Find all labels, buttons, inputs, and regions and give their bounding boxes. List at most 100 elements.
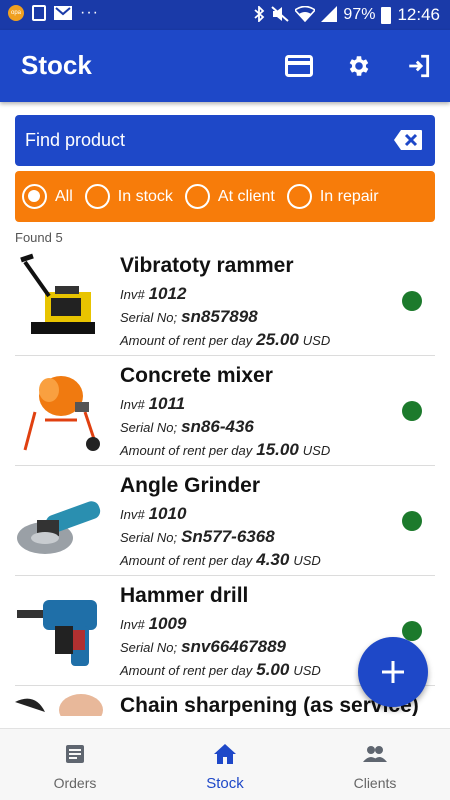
list-item[interactable]: Concrete mixer Inv# 1011 Serial No; sn86-4… bbox=[15, 356, 435, 466]
list-item[interactable]: Vibratoty rammer Inv# 1012 Serial No; sn85… bbox=[15, 246, 435, 356]
product-name: Concrete mixer bbox=[120, 364, 273, 387]
concrete-mixer-image bbox=[23, 376, 100, 451]
home-icon bbox=[214, 744, 236, 764]
list-item[interactable]: Angle Grinder Inv# 1010 Serial No; Sn577-6… bbox=[15, 466, 435, 576]
serial-label: Serial No; bbox=[120, 640, 178, 655]
nav-orders[interactable]: Orders bbox=[0, 729, 150, 800]
filter-label: At client bbox=[217, 187, 275, 205]
rammer-image bbox=[20, 253, 95, 334]
currency: USD bbox=[293, 553, 321, 568]
card-icon bbox=[285, 55, 313, 77]
inv-line: Inv# 1012 bbox=[120, 284, 186, 304]
status-filter: All In stock At client In repair bbox=[15, 171, 435, 222]
currency: USD bbox=[302, 333, 331, 348]
filter-label: All bbox=[55, 187, 73, 205]
signal-icon bbox=[321, 5, 338, 25]
inv-label: Inv# bbox=[120, 617, 145, 632]
battery-icon bbox=[381, 6, 392, 24]
chain-sharpening-image bbox=[15, 694, 103, 716]
mail-icon bbox=[54, 6, 72, 20]
sim-icon bbox=[32, 5, 46, 21]
inv-label: Inv# bbox=[120, 397, 145, 412]
logout-button[interactable] bbox=[404, 52, 434, 80]
mute-icon bbox=[271, 5, 290, 25]
settings-button[interactable] bbox=[344, 52, 374, 80]
search-box bbox=[15, 115, 435, 166]
rent-line: Amount of rent per day 15.00 USD bbox=[120, 440, 330, 460]
rent-label: Amount of rent per day bbox=[120, 553, 253, 568]
search-input[interactable] bbox=[25, 115, 385, 166]
angle-grinder-image bbox=[17, 501, 101, 554]
serial-number: sn86-436 bbox=[181, 417, 254, 436]
notification-app-icon: opa bbox=[8, 5, 24, 21]
filter-at-client[interactable]: At client bbox=[184, 184, 275, 209]
status-indicator bbox=[402, 511, 422, 531]
people-icon bbox=[363, 746, 387, 762]
rent-value: 15.00 bbox=[256, 440, 299, 459]
radio-unchecked-icon bbox=[286, 184, 312, 209]
clock: 12:46 bbox=[397, 5, 440, 24]
filter-label: In repair bbox=[319, 187, 379, 205]
radio-checked-icon bbox=[22, 184, 47, 209]
nav-clients[interactable]: Clients bbox=[300, 729, 450, 800]
status-indicator bbox=[402, 621, 422, 641]
radio-unchecked-icon bbox=[84, 184, 110, 209]
serial-line: Serial No; sn857898 bbox=[120, 307, 258, 327]
clear-search-button[interactable] bbox=[393, 129, 423, 151]
card-button[interactable] bbox=[284, 52, 314, 80]
inv-line: Inv# 1009 bbox=[120, 614, 186, 634]
status-indicator bbox=[402, 401, 422, 421]
rent-line: Amount of rent per day 25.00 USD bbox=[120, 330, 330, 350]
nav-label: Stock bbox=[206, 775, 244, 792]
add-product-button[interactable] bbox=[358, 637, 428, 707]
wifi-icon bbox=[294, 5, 317, 25]
serial-line: Serial No; snv66467889 bbox=[120, 637, 286, 657]
status-bar: opa ··· 97% 12:46 bbox=[0, 0, 450, 30]
rent-value: 25.00 bbox=[256, 330, 299, 349]
exit-icon bbox=[409, 54, 430, 78]
serial-label: Serial No; bbox=[120, 420, 178, 435]
bluetooth-icon bbox=[253, 4, 265, 25]
inv-number: 1011 bbox=[148, 394, 186, 413]
rent-label: Amount of rent per day bbox=[120, 663, 253, 678]
filter-in-repair[interactable]: In repair bbox=[286, 184, 379, 209]
serial-label: Serial No; bbox=[120, 310, 178, 325]
inv-label: Inv# bbox=[120, 507, 145, 522]
serial-line: Serial No; sn86-436 bbox=[120, 417, 254, 437]
product-name: Hammer drill bbox=[120, 584, 249, 607]
inv-label: Inv# bbox=[120, 287, 145, 302]
product-name: Vibratoty rammer bbox=[120, 254, 294, 277]
rent-label: Amount of rent per day bbox=[120, 333, 253, 348]
serial-number: sn857898 bbox=[181, 307, 258, 326]
inv-line: Inv# 1010 bbox=[120, 504, 186, 524]
rent-line: Amount of rent per day 5.00 USD bbox=[120, 660, 321, 680]
page-title: Stock bbox=[21, 50, 92, 80]
inv-number: 1012 bbox=[148, 284, 187, 303]
filter-in-stock[interactable]: In stock bbox=[84, 184, 173, 209]
rent-value: 4.30 bbox=[256, 550, 290, 569]
filter-all[interactable]: All bbox=[22, 184, 73, 209]
product-name: Angle Grinder bbox=[120, 474, 261, 497]
inv-number: 1009 bbox=[148, 614, 187, 633]
rent-value: 5.00 bbox=[256, 660, 290, 679]
nav-label: Orders bbox=[53, 775, 97, 791]
radio-unchecked-icon bbox=[184, 184, 210, 209]
plus-icon bbox=[382, 661, 404, 683]
serial-number: Sn577-6368 bbox=[181, 527, 275, 546]
currency: USD bbox=[302, 443, 331, 458]
filter-label: In stock bbox=[117, 187, 173, 205]
hammer-drill-image bbox=[17, 600, 97, 666]
found-count: Found 5 bbox=[15, 230, 63, 245]
status-indicator bbox=[402, 291, 422, 311]
orders-icon bbox=[66, 745, 84, 763]
nav-label: Clients bbox=[353, 775, 397, 791]
rent-label: Amount of rent per day bbox=[120, 443, 253, 458]
serial-line: Serial No; Sn577-6368 bbox=[120, 527, 275, 547]
backspace-clear-icon bbox=[394, 130, 422, 150]
nav-stock[interactable]: Stock bbox=[150, 729, 300, 800]
gear-icon bbox=[349, 56, 369, 76]
battery-percent: 97% bbox=[343, 6, 376, 23]
app-bar: Stock bbox=[0, 30, 450, 102]
inv-number: 1010 bbox=[148, 504, 187, 523]
serial-number: snv66467889 bbox=[181, 637, 287, 656]
